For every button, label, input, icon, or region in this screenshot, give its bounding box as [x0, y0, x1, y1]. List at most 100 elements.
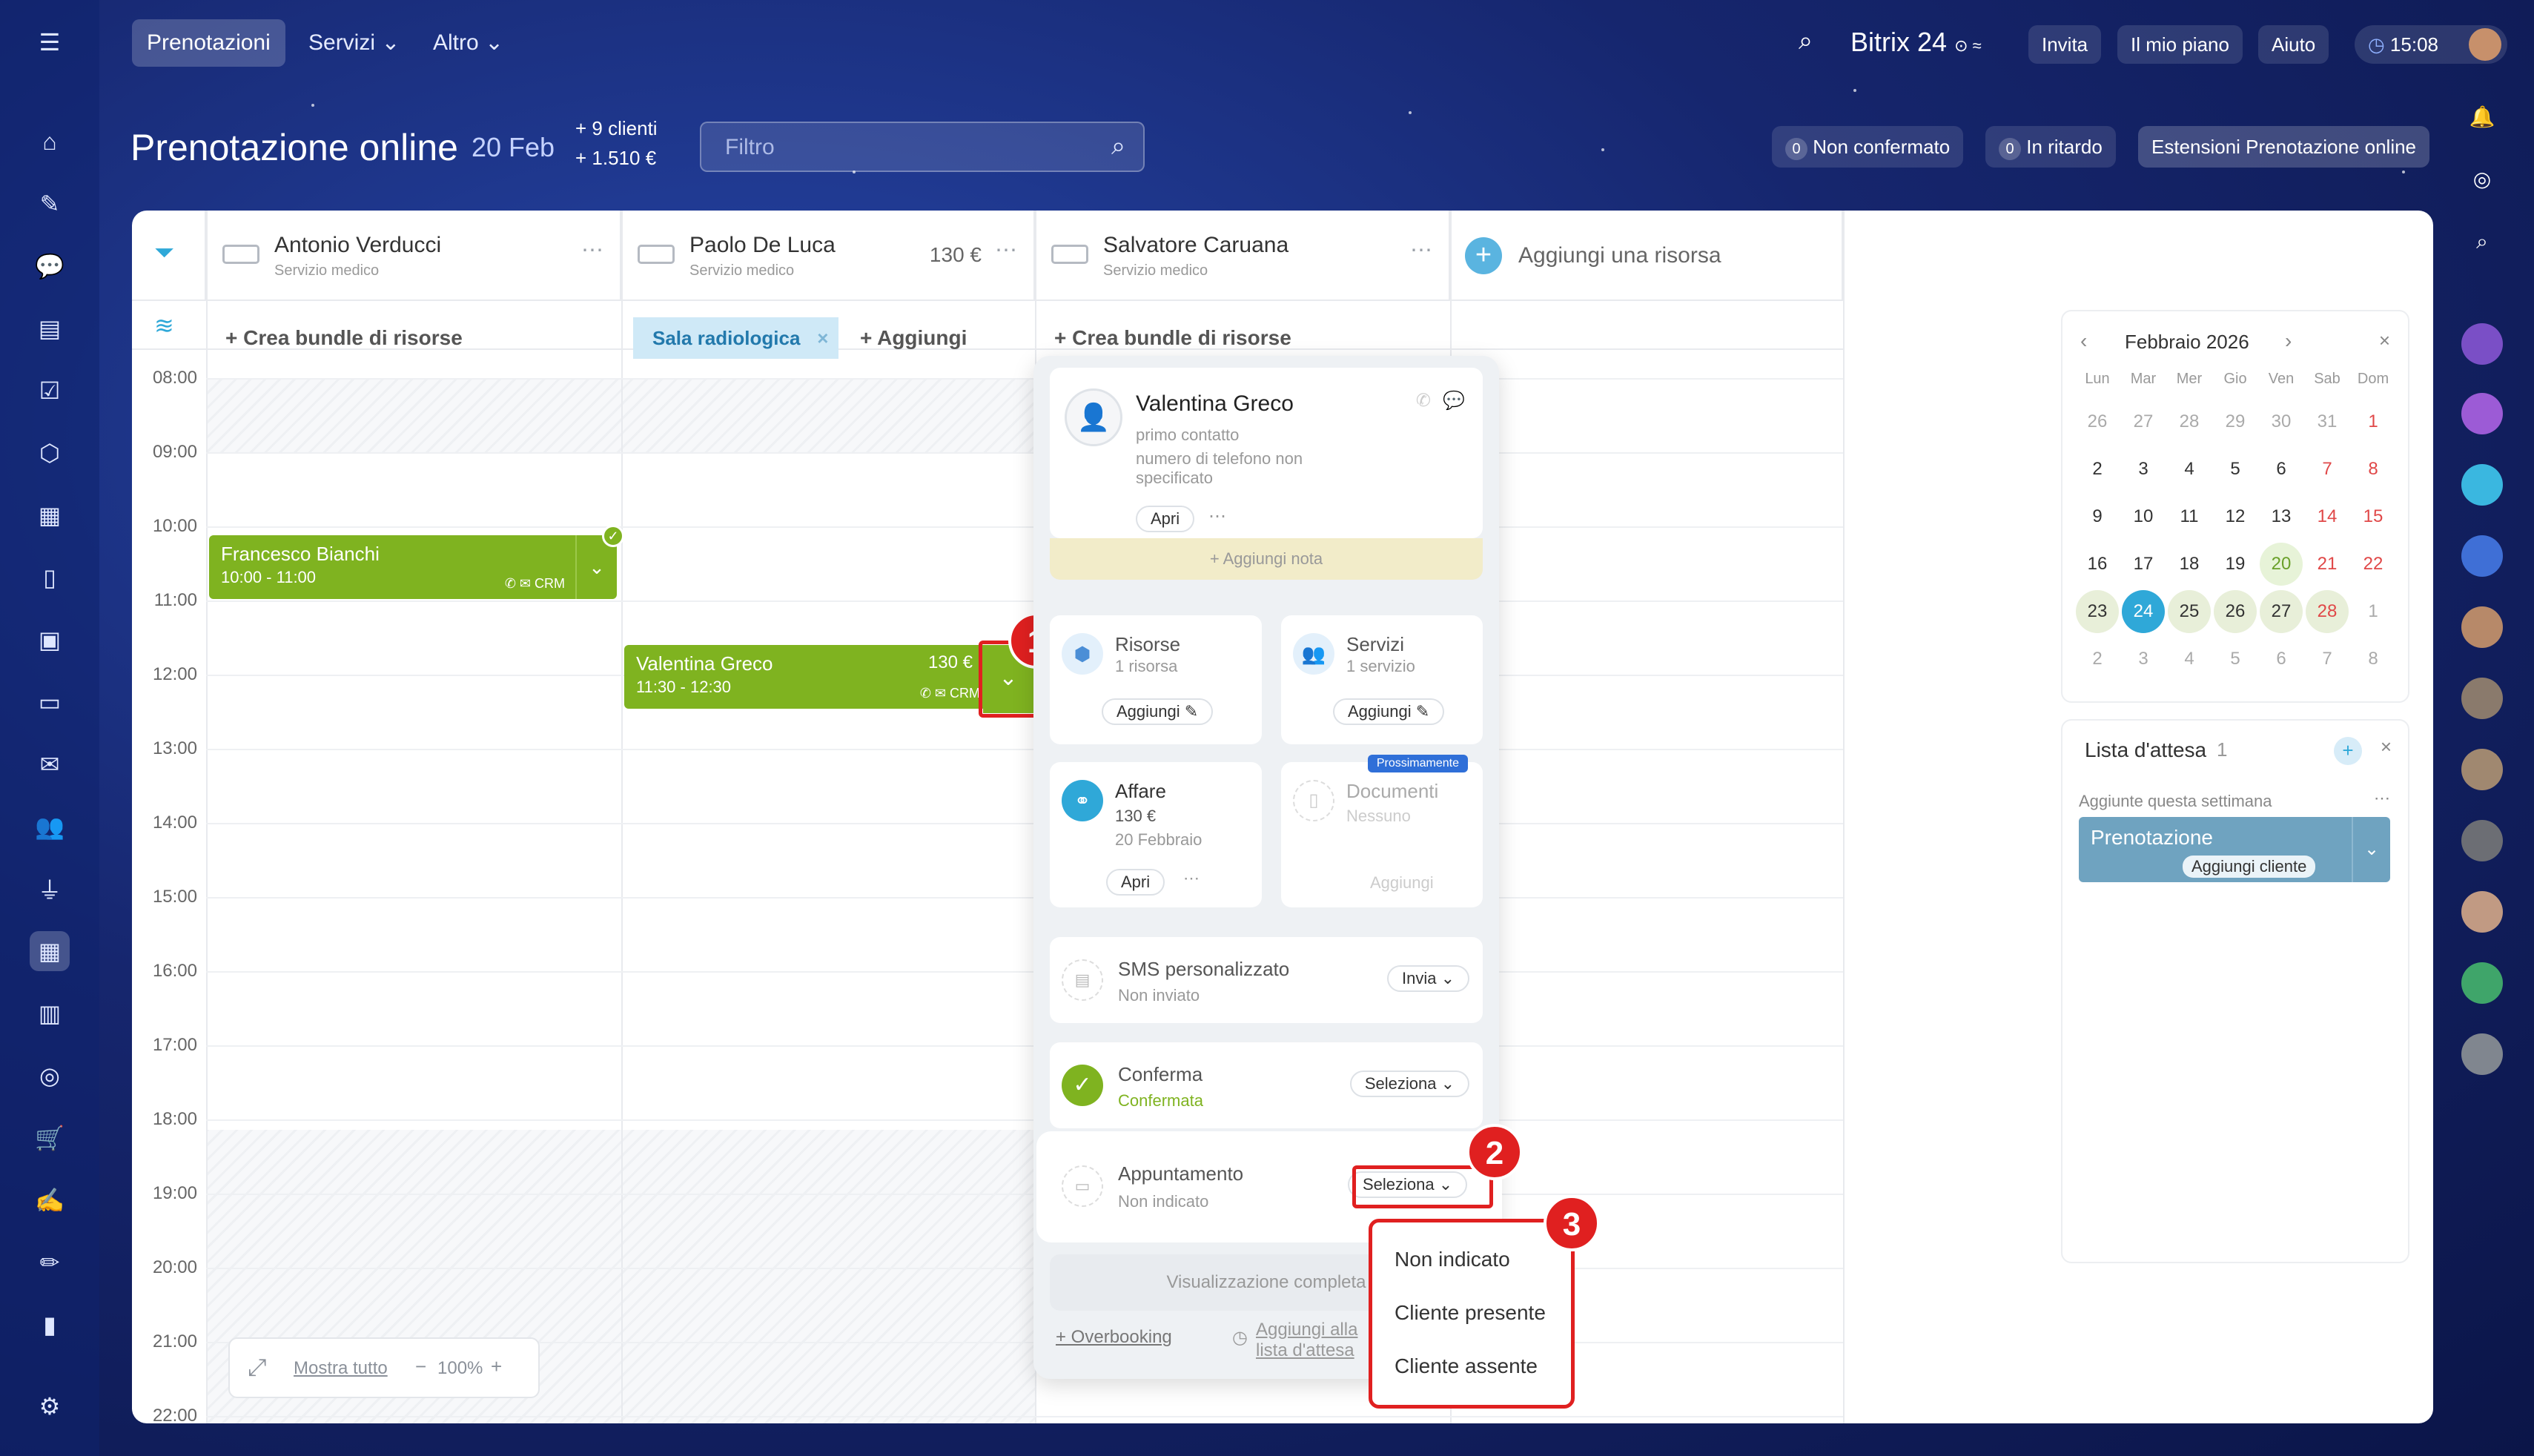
add-to-waitlist-link[interactable]: Aggiungi alla lista d'attesa: [1256, 1320, 1374, 1361]
calendar-day[interactable]: 2: [2076, 448, 2119, 491]
close-waitlist-icon[interactable]: ×: [2381, 735, 2392, 758]
calendar-day[interactable]: 16: [2076, 543, 2119, 586]
chevron-down-icon[interactable]: ⌄: [2352, 817, 2390, 882]
more-icon[interactable]: ⋯: [581, 237, 603, 263]
user-avatar[interactable]: [2461, 891, 2503, 933]
calendar-day[interactable]: 22: [2352, 543, 2395, 586]
calendar-day[interactable]: 24: [2122, 590, 2165, 633]
resource-name[interactable]: Paolo De Luca: [689, 233, 836, 258]
settings-icon[interactable]: ⚙: [30, 1386, 70, 1426]
booking-icon[interactable]: ▦: [30, 931, 70, 971]
booking-event-selected[interactable]: Valentina Greco 11:30 - 12:30 130 € ✆ ✉ …: [624, 645, 1032, 709]
calendar-day[interactable]: 29: [2214, 400, 2257, 443]
more-icon[interactable]: ⋯: [1410, 237, 1432, 263]
layers-icon[interactable]: ≋: [154, 311, 174, 340]
calendar-day[interactable]: 26: [2076, 400, 2119, 443]
calendar-day[interactable]: 1: [2352, 590, 2395, 633]
calendar-day[interactable]: 7: [2306, 638, 2349, 681]
user-avatar[interactable]: [2461, 749, 2503, 790]
store-icon[interactable]: ▥: [30, 993, 70, 1033]
sign-icon[interactable]: ✍: [30, 1180, 70, 1220]
nav-more[interactable]: Altro ⌄: [418, 19, 518, 67]
calendar-day[interactable]: 5: [2214, 638, 2257, 681]
add-room-link[interactable]: + Aggiungi: [860, 326, 967, 350]
user-avatar[interactable]: [2461, 678, 2503, 719]
calendar-day[interactable]: 4: [2168, 448, 2211, 491]
pen-icon[interactable]: ✏: [30, 1242, 70, 1283]
calendar-day[interactable]: 8: [2352, 448, 2395, 491]
resource-name[interactable]: Antonio Verducci: [274, 233, 441, 258]
calendar-day[interactable]: 5: [2214, 448, 2257, 491]
more-icon[interactable]: ⋯: [1183, 869, 1200, 888]
more-icon[interactable]: ⋯: [1208, 506, 1226, 527]
more-icon[interactable]: ⋯: [995, 237, 1017, 263]
client-name[interactable]: Valentina Greco: [1136, 391, 1294, 417]
calendar-day[interactable]: 21: [2306, 543, 2349, 586]
add-client-button[interactable]: Aggiungi cliente: [2183, 856, 2316, 878]
calendar-day[interactable]: 19: [2214, 543, 2257, 586]
calendar-day[interactable]: 31: [2306, 400, 2349, 443]
calendar-day[interactable]: 20: [2260, 543, 2303, 586]
contacts-icon[interactable]: 👥: [30, 807, 70, 847]
zoom-in-button[interactable]: +: [491, 1355, 502, 1378]
add-service-button[interactable]: Aggiungi ✎: [1333, 698, 1445, 725]
add-waitlist-icon[interactable]: +: [2334, 737, 2362, 765]
calendar-day[interactable]: 1: [2352, 400, 2395, 443]
late-filter[interactable]: 0 In ritardo: [1985, 126, 2116, 168]
calendar-day[interactable]: 4: [2168, 638, 2211, 681]
open-client-button[interactable]: Apri: [1136, 506, 1195, 532]
overbooking-link[interactable]: + Overbooking: [1056, 1327, 1172, 1348]
calendar-day[interactable]: 3: [2122, 448, 2165, 491]
mail-icon[interactable]: ✉: [30, 744, 70, 784]
calendar-day[interactable]: 2: [2076, 638, 2119, 681]
booking-event[interactable]: Francesco Bianchi 10:00 - 11:00 ✆ ✉ CRM …: [209, 525, 624, 599]
calendar-day[interactable]: 28: [2306, 590, 2349, 633]
calendar-day[interactable]: 14: [2306, 495, 2349, 538]
room-tag[interactable]: Sala radiologica ×: [633, 317, 839, 359]
analytics-icon[interactable]: ▮: [30, 1305, 70, 1345]
next-month-icon[interactable]: ›: [2285, 329, 2292, 353]
calendar-day[interactable]: 3: [2122, 638, 2165, 681]
calendar-day[interactable]: 8: [2352, 638, 2395, 681]
board-icon[interactable]: ▣: [30, 620, 70, 660]
send-sms-button[interactable]: Invia ⌄: [1386, 965, 1469, 992]
confirm-select-button[interactable]: Seleziona ⌄: [1349, 1071, 1469, 1097]
app-avatar[interactable]: [2461, 393, 2503, 434]
help-button[interactable]: Aiuto: [2258, 25, 2329, 64]
feed-icon[interactable]: ✎: [30, 184, 70, 224]
unconfirmed-filter[interactable]: 0 Non confermato: [1772, 126, 1964, 168]
crm-icon[interactable]: ⬡: [30, 433, 70, 473]
app-avatar[interactable]: [2461, 535, 2503, 577]
phone-icon[interactable]: ✆: [1416, 390, 1431, 411]
close-icon[interactable]: ×: [817, 317, 828, 359]
calendar-day[interactable]: 23: [2076, 590, 2119, 633]
calendar-day[interactable]: 27: [2122, 400, 2165, 443]
prev-month-icon[interactable]: ‹: [2080, 329, 2087, 353]
cart-icon[interactable]: 🛒: [30, 1118, 70, 1158]
calendar-icon[interactable]: ▦: [30, 495, 70, 535]
file-icon[interactable]: ▯: [30, 557, 70, 598]
target-icon[interactable]: ◎: [30, 1056, 70, 1096]
user-avatar[interactable]: [2461, 606, 2503, 648]
add-resource-button[interactable]: Aggiungi ✎: [1102, 698, 1214, 725]
calendar-day[interactable]: 13: [2260, 495, 2303, 538]
user-avatar[interactable]: [2461, 1033, 2503, 1075]
filter-input[interactable]: Filtro ⌕: [700, 122, 1145, 172]
tasks-icon[interactable]: ☑: [30, 371, 70, 411]
calendar-day[interactable]: 15: [2352, 495, 2395, 538]
app-avatar[interactable]: [2461, 464, 2503, 506]
user-avatar[interactable]: [2461, 820, 2503, 861]
zoom-out-button[interactable]: −: [415, 1355, 426, 1378]
app-avatar[interactable]: [2461, 962, 2503, 1004]
option-client-absent[interactable]: Cliente assente: [1395, 1354, 1538, 1378]
calendar-day[interactable]: 10: [2122, 495, 2165, 538]
calendar-day[interactable]: 27: [2260, 590, 2303, 633]
nav-bookings[interactable]: Prenotazioni: [132, 19, 285, 67]
nav-services[interactable]: Servizi ⌄: [294, 19, 415, 67]
chat-icon[interactable]: 💬: [30, 246, 70, 286]
app-avatar[interactable]: [2461, 323, 2503, 365]
chat-bubble-icon[interactable]: 💬: [1443, 390, 1465, 411]
extensions-button[interactable]: Estensioni Prenotazione online: [2138, 126, 2430, 168]
filter-funnel-icon[interactable]: ⏚: [30, 869, 70, 909]
copilot-icon[interactable]: ◎: [2461, 159, 2503, 200]
